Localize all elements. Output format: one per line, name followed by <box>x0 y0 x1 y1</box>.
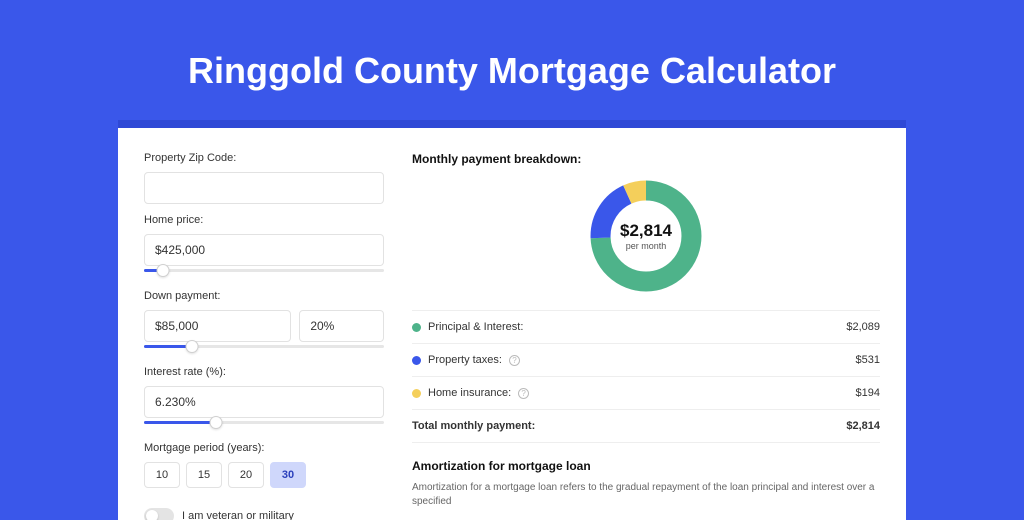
legend-row-pi: Principal & Interest: $2,089 <box>412 311 880 344</box>
down-payment-amount-input[interactable] <box>144 310 291 342</box>
home-price-label: Home price: <box>144 214 384 226</box>
legend-label-pi: Principal & Interest: <box>428 321 523 333</box>
legend-value-pi: $2,089 <box>846 321 880 333</box>
legend-label-ins: Home insurance: <box>428 387 511 399</box>
amortization-title: Amortization for mortgage loan <box>412 459 880 473</box>
donut-center: $2,814 per month <box>586 176 706 296</box>
dot-tax <box>412 356 421 365</box>
info-icon[interactable]: ? <box>518 388 529 399</box>
legend-row-total: Total monthly payment: $2,814 <box>412 410 880 443</box>
info-icon[interactable]: ? <box>509 355 520 366</box>
interest-rate-slider[interactable] <box>144 416 384 430</box>
interest-rate-label: Interest rate (%): <box>144 366 384 378</box>
inputs-panel: Property Zip Code: Home price: Down paym… <box>144 152 384 520</box>
legend-row-ins: Home insurance: ? $194 <box>412 377 880 410</box>
period-button-10[interactable]: 10 <box>144 462 180 488</box>
dot-ins <box>412 389 421 398</box>
slider-thumb[interactable] <box>210 416 223 429</box>
down-payment-percent-input[interactable] <box>299 310 384 342</box>
down-payment-label: Down payment: <box>144 290 384 302</box>
legend: Principal & Interest: $2,089 Property ta… <box>412 310 880 443</box>
legend-label-tax: Property taxes: <box>428 354 502 366</box>
period-button-30[interactable]: 30 <box>270 462 306 488</box>
zip-label: Property Zip Code: <box>144 152 384 164</box>
breakdown-title: Monthly payment breakdown: <box>412 152 880 166</box>
amortization-text: Amortization for a mortgage loan refers … <box>412 481 880 509</box>
mortgage-period-label: Mortgage period (years): <box>144 442 384 454</box>
donut-amount: $2,814 <box>620 221 672 241</box>
calculator-card: Property Zip Code: Home price: Down paym… <box>118 120 906 520</box>
legend-value-tax: $531 <box>856 354 880 366</box>
donut-chart-wrap: $2,814 per month <box>412 172 880 310</box>
legend-value-ins: $194 <box>856 387 880 399</box>
dot-pi <box>412 323 421 332</box>
legend-row-tax: Property taxes: ? $531 <box>412 344 880 377</box>
page-title: Ringgold County Mortgage Calculator <box>0 0 1024 120</box>
donut-per-month: per month <box>626 241 667 251</box>
zip-input[interactable] <box>144 172 384 204</box>
slider-thumb[interactable] <box>157 264 170 277</box>
total-value: $2,814 <box>846 420 880 432</box>
donut-chart: $2,814 per month <box>586 176 706 296</box>
home-price-input[interactable] <box>144 234 384 266</box>
interest-rate-input[interactable] <box>144 386 384 418</box>
breakdown-panel: Monthly payment breakdown: $2,814 per mo… <box>412 152 880 520</box>
period-button-20[interactable]: 20 <box>228 462 264 488</box>
period-buttons: 10152030 <box>144 462 384 488</box>
home-price-slider[interactable] <box>144 264 384 278</box>
down-payment-slider[interactable] <box>144 340 384 354</box>
total-label: Total monthly payment: <box>412 420 535 432</box>
veteran-toggle[interactable] <box>144 508 174 520</box>
period-button-15[interactable]: 15 <box>186 462 222 488</box>
slider-thumb[interactable] <box>186 340 199 353</box>
